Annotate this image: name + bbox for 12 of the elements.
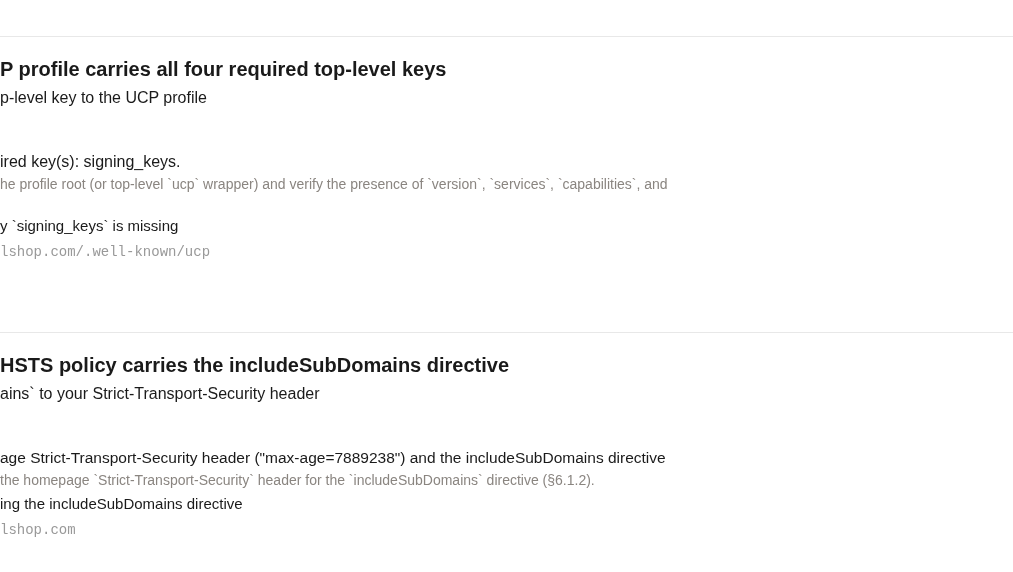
finding-text: age Strict-Transport-Security header ("max-age=7889238") and the includeSubDomains directive — [0, 448, 667, 468]
finding-text: ired key(s): signing_keys. — [0, 152, 182, 172]
result-text: y `signing_keys` is missing — [0, 216, 180, 236]
result-text: ing the includeSubDomains directive — [0, 494, 244, 514]
check-title: P profile carries all four required top-level keys — [0, 57, 448, 82]
method-text: he profile root (or top-level `ucp` wrapper) and verify the presence of `version`, `services`, `capabilities`, and — [0, 175, 669, 194]
check-title: HSTS policy carries the includeSubDomains directive — [0, 353, 511, 378]
url-text: lshop.com/.well-known/ucp — [0, 243, 212, 262]
method-text: the homepage `Strict-Transport-Security` header for the `includeSubDomains` directive (§6.1.2). — [0, 471, 596, 490]
url-text: lshop.com — [0, 521, 77, 540]
fix-text: p-level key to the UCP profile — [0, 88, 208, 108]
fix-text: ains` to your Strict-Transport-Security header — [0, 384, 321, 404]
